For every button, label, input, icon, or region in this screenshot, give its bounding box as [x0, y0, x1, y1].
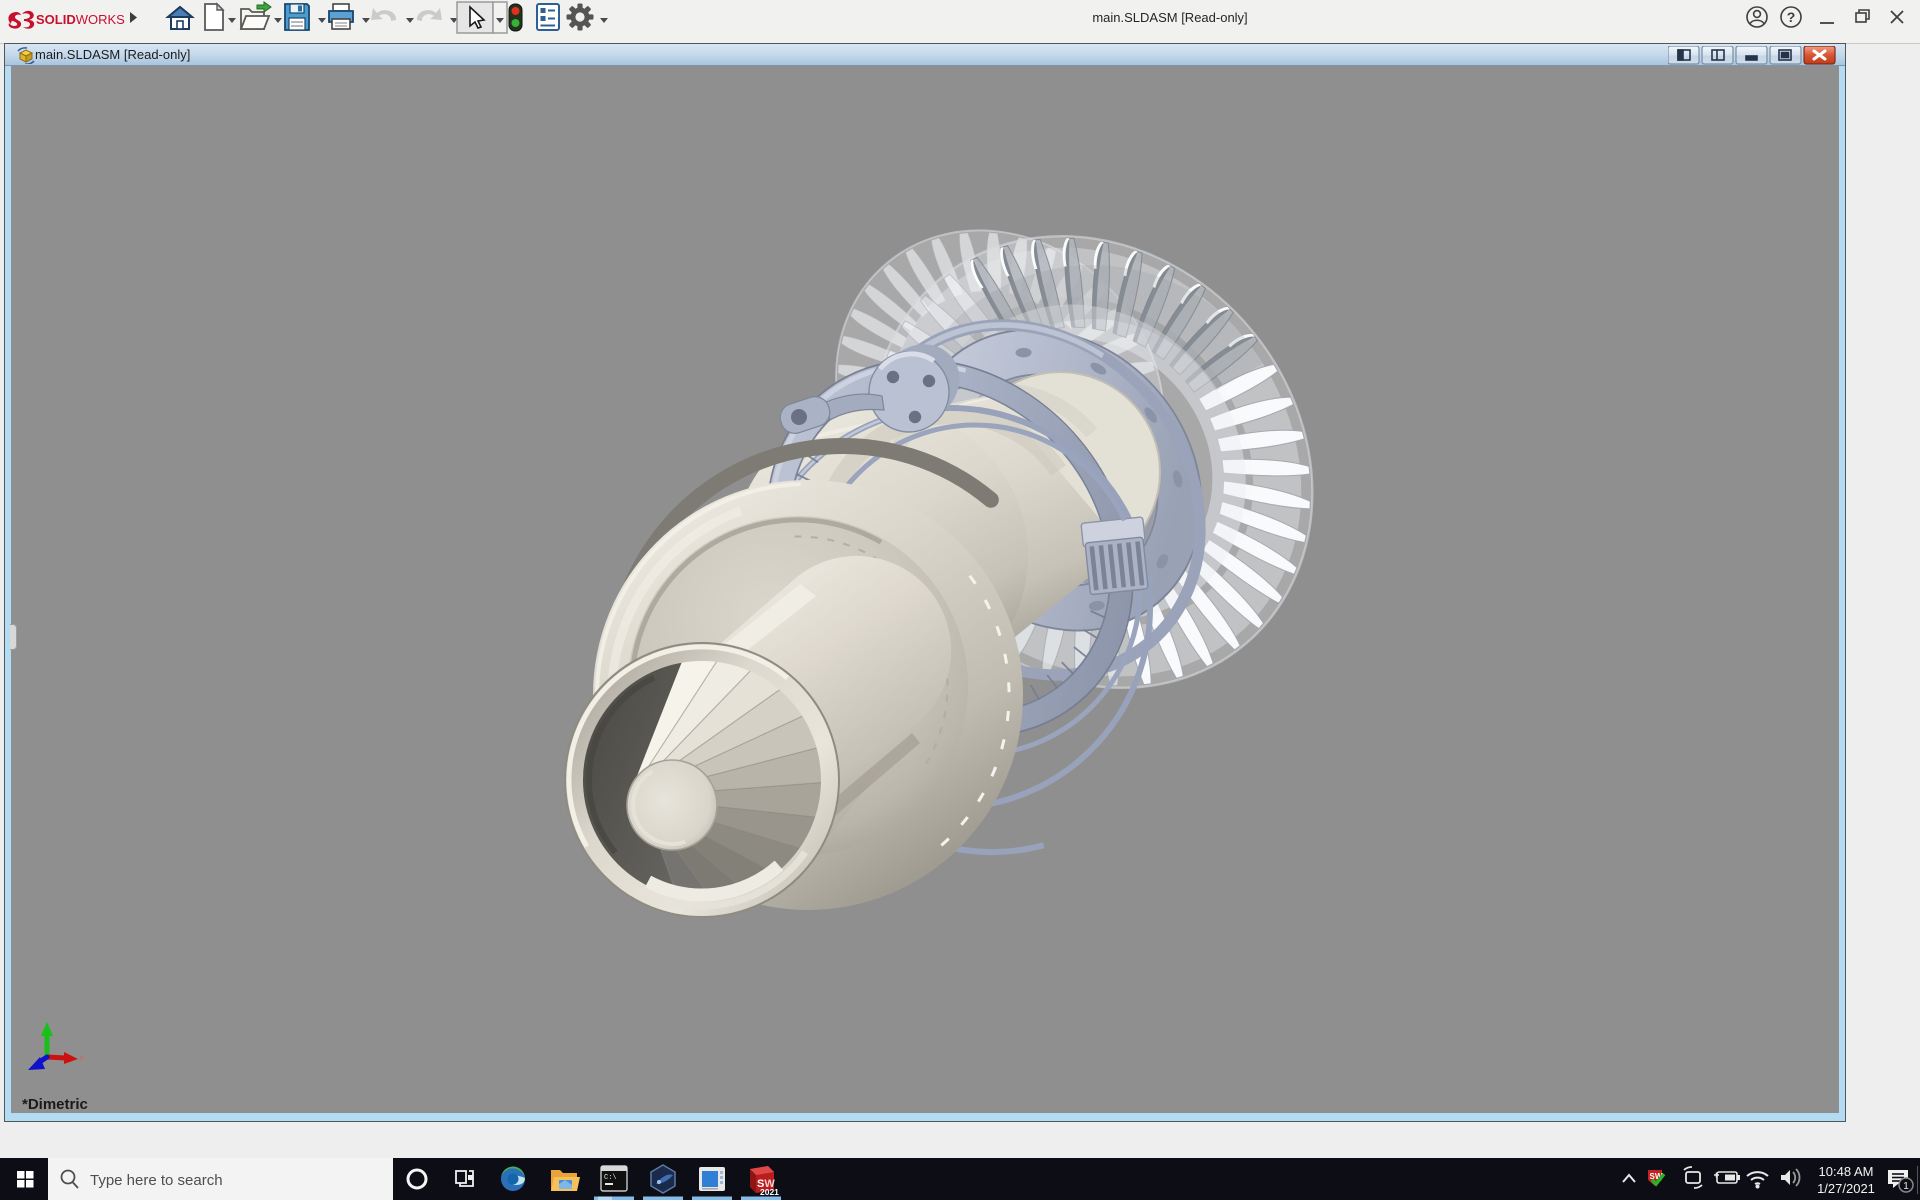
svg-text:1: 1 [1903, 1181, 1909, 1192]
svg-text:SOLIDWORKS: SOLIDWORKS [36, 12, 125, 27]
svg-text:C:\: C:\ [604, 1174, 617, 1182]
svg-text:2021: 2021 [760, 1187, 779, 1197]
svg-text:x: x [79, 1053, 84, 1064]
svg-text:main.SLDASM [Read-only]: main.SLDASM [Read-only] [1092, 10, 1247, 25]
svg-text:?: ? [1787, 9, 1796, 25]
svg-text:*Dimetric: *Dimetric [22, 1096, 88, 1113]
svg-text:1/27/2021: 1/27/2021 [1817, 1181, 1875, 1196]
svg-text:Type here to search: Type here to search [90, 1172, 223, 1189]
svg-text:10:48 AM: 10:48 AM [1819, 1164, 1874, 1179]
